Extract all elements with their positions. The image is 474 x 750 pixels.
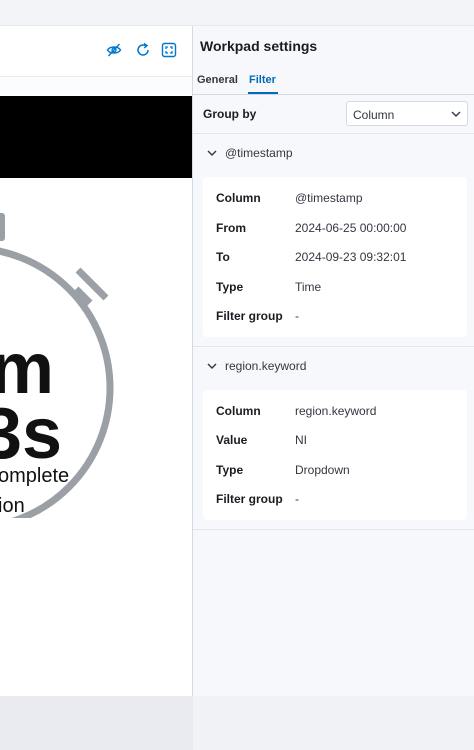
filter-row-value: 2024-06-25 00:00:00: [295, 221, 407, 235]
filter-row: Column region.keyword: [203, 404, 467, 434]
filter-details-card: Column @timestamp From 2024-06-25 00:00:…: [203, 177, 467, 337]
workpad-canvas-area: m 3s omplete ion: [0, 26, 193, 696]
group-by-select[interactable]: Column: [346, 101, 468, 126]
active-tab-indicator: [248, 92, 278, 94]
filter-row-value: NI: [295, 433, 307, 447]
filter-row: Column @timestamp: [203, 191, 467, 221]
stopwatch-button-shape: [0, 213, 5, 241]
filter-row: Type Dropdown: [203, 463, 467, 493]
filter-row: Filter group -: [203, 492, 467, 522]
tab-filter[interactable]: Filter: [249, 74, 276, 86]
tab-general[interactable]: General: [197, 74, 238, 86]
canvas-ruler: [0, 77, 192, 95]
filter-row-value: Dropdown: [295, 463, 350, 477]
filter-row-key: Value: [216, 433, 248, 447]
filter-row-key: Type: [216, 280, 244, 294]
filter-row-value: Time: [295, 280, 322, 294]
section-divider: [193, 529, 474, 530]
filter-details-card: Column region.keyword Value NI Type Drop…: [203, 390, 467, 520]
canvas-toolbar: [0, 26, 192, 77]
canvas-black-banner: [0, 96, 192, 178]
filter-row-value: 2024-09-23 09:32:01: [295, 250, 407, 264]
panel-title: Workpad settings: [200, 38, 318, 54]
workpad-settings-panel: Workpad settings General Filter Group by…: [193, 26, 474, 696]
filter-row: To 2024-09-23 09:32:01: [203, 250, 467, 280]
filter-row-value: region.keyword: [295, 404, 377, 418]
filter-row-key: Column: [216, 191, 261, 205]
canvas-text-line4: ion: [0, 495, 25, 517]
filter-row-key: To: [216, 250, 230, 264]
chevron-down-icon: [207, 363, 217, 369]
group-by-selected-value: Column: [353, 108, 395, 122]
group-by-row: Group by Column: [193, 95, 474, 134]
eye-closed-icon[interactable]: [106, 42, 122, 58]
fullscreen-icon[interactable]: [161, 42, 177, 58]
filter-row: Value NI: [203, 433, 467, 463]
filter-row-key: From: [216, 221, 246, 235]
filter-row-key: Filter group: [216, 492, 283, 506]
filter-section-header[interactable]: @timestamp: [193, 134, 474, 174]
bottom-bar: [0, 696, 474, 750]
settings-tabs: General Filter: [193, 68, 474, 95]
filter-row-value: -: [295, 309, 299, 323]
filter-row-key: Filter group: [216, 309, 283, 323]
canvas-text-line3: omplete: [0, 465, 69, 487]
filter-section-header[interactable]: region.keyword: [193, 347, 474, 387]
canvas-text-line2: 3s: [0, 394, 62, 474]
filter-row-value: -: [295, 492, 299, 506]
filter-row: Filter group -: [203, 309, 467, 339]
top-bar: [0, 0, 474, 26]
chevron-down-icon: [207, 150, 217, 156]
refresh-icon[interactable]: [135, 42, 151, 58]
filter-title: region.keyword: [225, 359, 307, 373]
filter-row: Type Time: [203, 280, 467, 310]
filter-row-key: Column: [216, 404, 261, 418]
filter-row: From 2024-06-25 00:00:00: [203, 221, 467, 251]
bottom-bar-panel-area: [193, 696, 474, 750]
filter-row-value: @timestamp: [295, 191, 363, 205]
chevron-down-icon: [451, 111, 461, 117]
filter-row-key: Type: [216, 463, 244, 477]
group-by-label: Group by: [203, 107, 257, 121]
filter-title: @timestamp: [225, 146, 293, 160]
stopwatch-graphic: m 3s omplete ion: [0, 213, 114, 518]
